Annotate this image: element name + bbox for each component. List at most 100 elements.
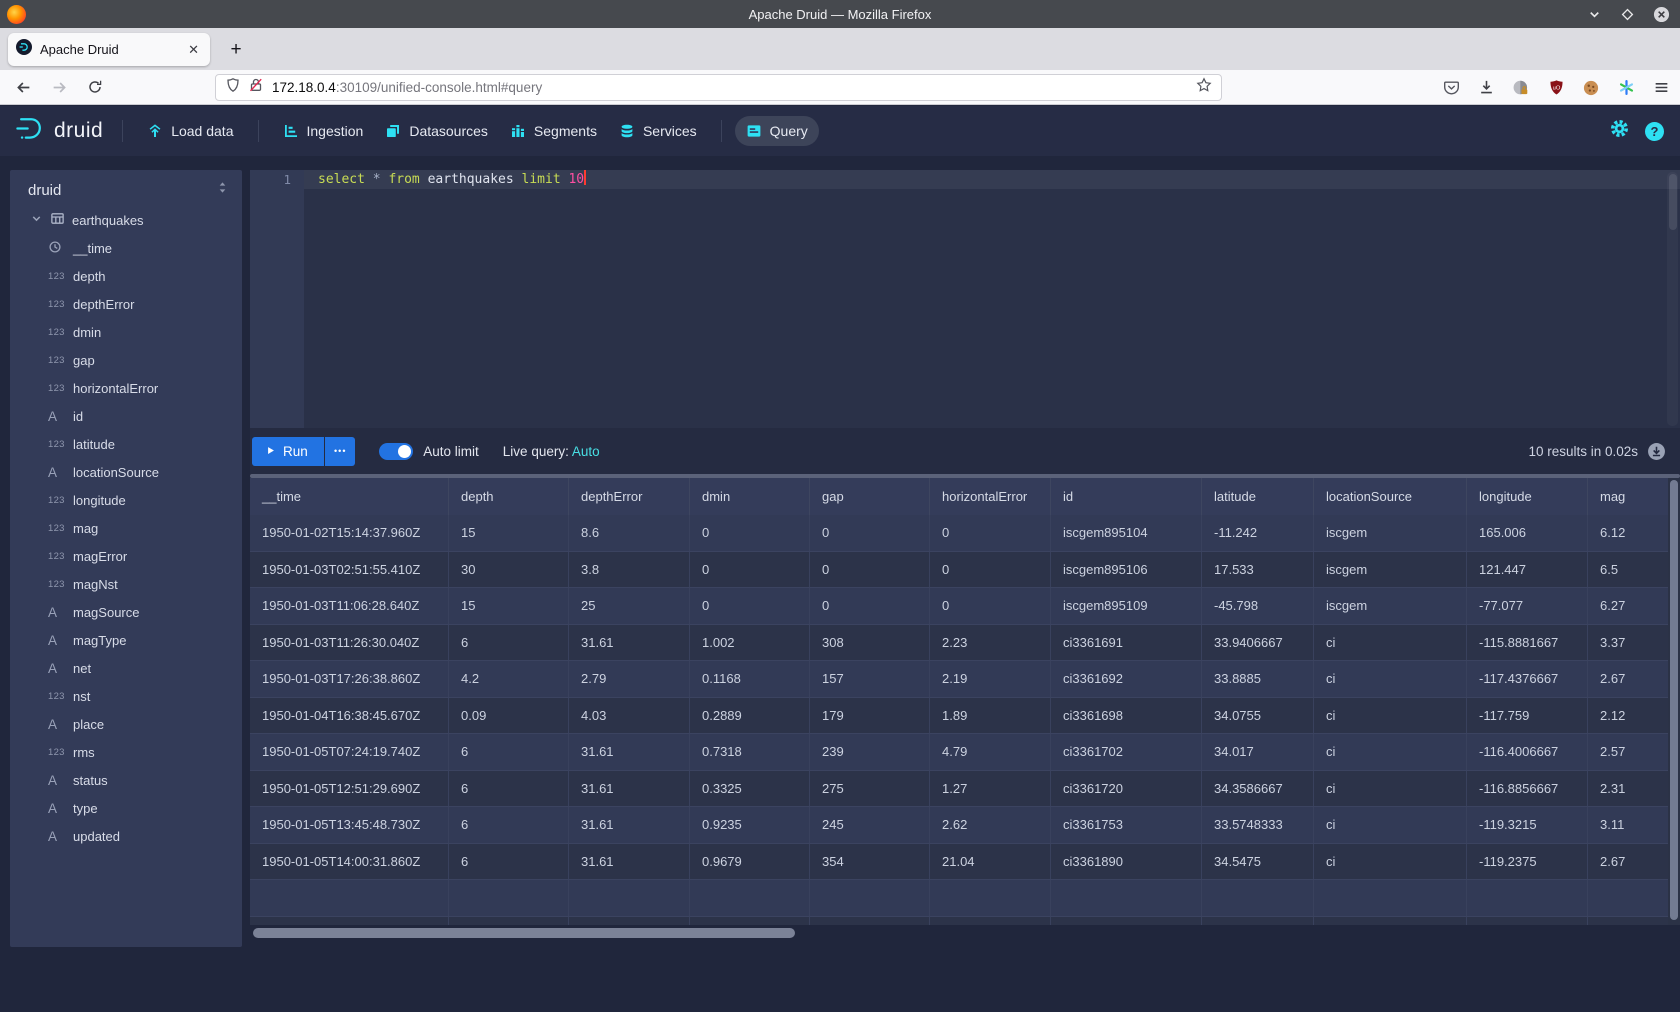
table-cell[interactable]: 6.27 [1588,588,1680,624]
table-cell[interactable]: 25 [569,588,690,624]
table-cell[interactable]: 15 [449,588,569,624]
table-row[interactable]: 1950-01-03T11:26:30.040Z631.611.0023082.… [250,625,1680,662]
table-row[interactable]: 1950-01-03T11:06:28.640Z1525000iscgem895… [250,588,1680,625]
table-cell[interactable]: 3.11 [1588,807,1680,843]
table-cell[interactable]: 2.19 [930,661,1051,697]
table-cell[interactable]: 0 [930,588,1051,624]
table-cell[interactable]: 2.12 [1588,698,1680,734]
extension-lock-icon[interactable] [1512,79,1530,97]
druid-logo[interactable]: druid [14,115,103,148]
table-cell[interactable]: iscgem895104 [1051,515,1202,551]
table-cell[interactable]: 179 [810,698,930,734]
tree-column-dmin[interactable]: 123dmin [10,318,242,346]
table-cell[interactable]: 275 [810,771,930,807]
help-icon[interactable]: ? [1645,122,1664,141]
table-cell[interactable]: 1.002 [690,625,810,661]
table-cell[interactable]: ci3361692 [1051,661,1202,697]
table-cell[interactable]: 0.09 [449,698,569,734]
table-cell[interactable]: 6.12 [1588,515,1680,551]
cookie-extension-icon[interactable] [1582,79,1600,97]
table-cell[interactable]: 245 [810,807,930,843]
table-cell[interactable]: -117.4376667 [1467,661,1588,697]
table-cell[interactable]: -116.8856667 [1467,771,1588,807]
table-cell[interactable]: 31.61 [569,771,690,807]
new-tab-button[interactable]: + [222,36,250,64]
window-close-icon[interactable] [1653,6,1670,23]
table-cell[interactable]: -119.2375 [1467,844,1588,880]
table-header-cell-id[interactable]: id [1051,478,1202,515]
table-cell[interactable]: 4.2 [449,661,569,697]
table-cell[interactable]: 3.37 [1588,625,1680,661]
hamburger-menu-icon[interactable] [1652,79,1670,97]
table-cell[interactable]: 17.533 [1202,552,1314,588]
tree-column-magNst[interactable]: 123magNst [10,570,242,598]
tree-column-__time[interactable]: __time [10,234,242,262]
tree-column-latitude[interactable]: 123latitude [10,430,242,458]
table-horizontal-scrollbar[interactable] [250,925,1680,941]
table-cell[interactable]: ci [1314,734,1467,770]
table-cell[interactable]: 1950-01-03T17:26:38.860Z [250,661,449,697]
url-bar[interactable]: 172.18.0.4:30109/unified-console.html#qu… [215,74,1222,101]
table-cell[interactable]: 6 [449,771,569,807]
table-cell[interactable]: 0 [810,515,930,551]
table-cell[interactable]: 6.5 [1588,552,1680,588]
table-cell[interactable]: 121.447 [1467,552,1588,588]
tree-column-horizontalError[interactable]: 123horizontalError [10,374,242,402]
table-cell[interactable]: 165.006 [1467,515,1588,551]
bookmark-star-icon[interactable] [1196,77,1212,98]
table-cell[interactable]: iscgem895106 [1051,552,1202,588]
table-cell[interactable]: 0.9235 [690,807,810,843]
tree-column-magType[interactable]: AmagType [10,626,242,654]
tree-column-rms[interactable]: 123rms [10,738,242,766]
table-row[interactable]: 1950-01-05T14:00:31.860Z631.610.96793542… [250,844,1680,881]
table-cell[interactable]: 1950-01-03T02:51:55.410Z [250,552,449,588]
table-cell[interactable]: 4.79 [930,734,1051,770]
auto-limit-toggle[interactable] [379,443,413,460]
sql-editor[interactable]: 1 select * from earthquakes limit 10 [250,170,1680,428]
table-header-cell-depth[interactable]: depth [449,478,569,515]
table-vertical-scrollbar[interactable] [1668,478,1680,925]
run-more-options-button[interactable]: ••• [325,437,355,466]
table-cell[interactable]: -11.242 [1202,515,1314,551]
nav-item-query[interactable]: Query [735,116,819,146]
editor-code-line[interactable]: select * from earthquakes limit 10 [318,170,586,189]
table-cell[interactable]: 1950-01-05T13:45:48.730Z [250,807,449,843]
tree-column-type[interactable]: Atype [10,794,242,822]
table-cell[interactable]: -119.3215 [1467,807,1588,843]
table-cell[interactable]: ci [1314,661,1467,697]
table-cell[interactable]: 31.61 [569,807,690,843]
table-cell[interactable]: 1950-01-04T16:38:45.670Z [250,698,449,734]
table-row[interactable]: 1950-01-02T15:14:37.960Z158.6000iscgem89… [250,515,1680,552]
tab-close-icon[interactable]: ✕ [185,42,202,58]
table-cell[interactable]: iscgem895109 [1051,588,1202,624]
table-cell[interactable]: 1950-01-05T14:00:31.860Z [250,844,449,880]
table-cell[interactable]: 6 [449,625,569,661]
table-row[interactable]: 1950-01-05T12:51:29.690Z631.610.33252751… [250,771,1680,808]
table-cell[interactable]: 1.89 [930,698,1051,734]
table-cell[interactable]: 34.3586667 [1202,771,1314,807]
table-header-cell-locationSource[interactable]: locationSource [1314,478,1467,515]
table-cell[interactable]: 1950-01-03T11:26:30.040Z [250,625,449,661]
table-cell[interactable]: ci [1314,698,1467,734]
tree-column-net[interactable]: Anet [10,654,242,682]
table-cell[interactable]: 2.31 [1588,771,1680,807]
chevron-down-icon[interactable] [30,212,43,228]
table-row[interactable]: 1950-01-03T02:51:55.410Z303.8000iscgem89… [250,552,1680,589]
table-cell[interactable]: 31.61 [569,844,690,880]
table-cell[interactable]: 2.79 [569,661,690,697]
asterisk-extension-icon[interactable] [1617,79,1635,97]
tree-column-place[interactable]: Aplace [10,710,242,738]
nav-item-load-data[interactable]: Load data [136,116,244,146]
table-cell[interactable]: -77.077 [1467,588,1588,624]
table-row[interactable]: 1950-01-04T16:38:45.670Z0.094.030.288917… [250,698,1680,735]
nav-item-services[interactable]: Services [608,116,708,146]
table-cell[interactable]: 0 [690,515,810,551]
table-cell[interactable]: 33.9406667 [1202,625,1314,661]
table-cell[interactable]: 30 [449,552,569,588]
table-cell[interactable]: iscgem [1314,515,1467,551]
table-cell[interactable]: 33.5748333 [1202,807,1314,843]
table-row[interactable]: 1950-01-05T07:24:19.740Z631.610.73182394… [250,734,1680,771]
table-cell[interactable]: ci [1314,625,1467,661]
table-cell[interactable]: 0 [810,552,930,588]
table-row[interactable]: 1950-01-03T17:26:38.860Z4.22.790.1168157… [250,661,1680,698]
